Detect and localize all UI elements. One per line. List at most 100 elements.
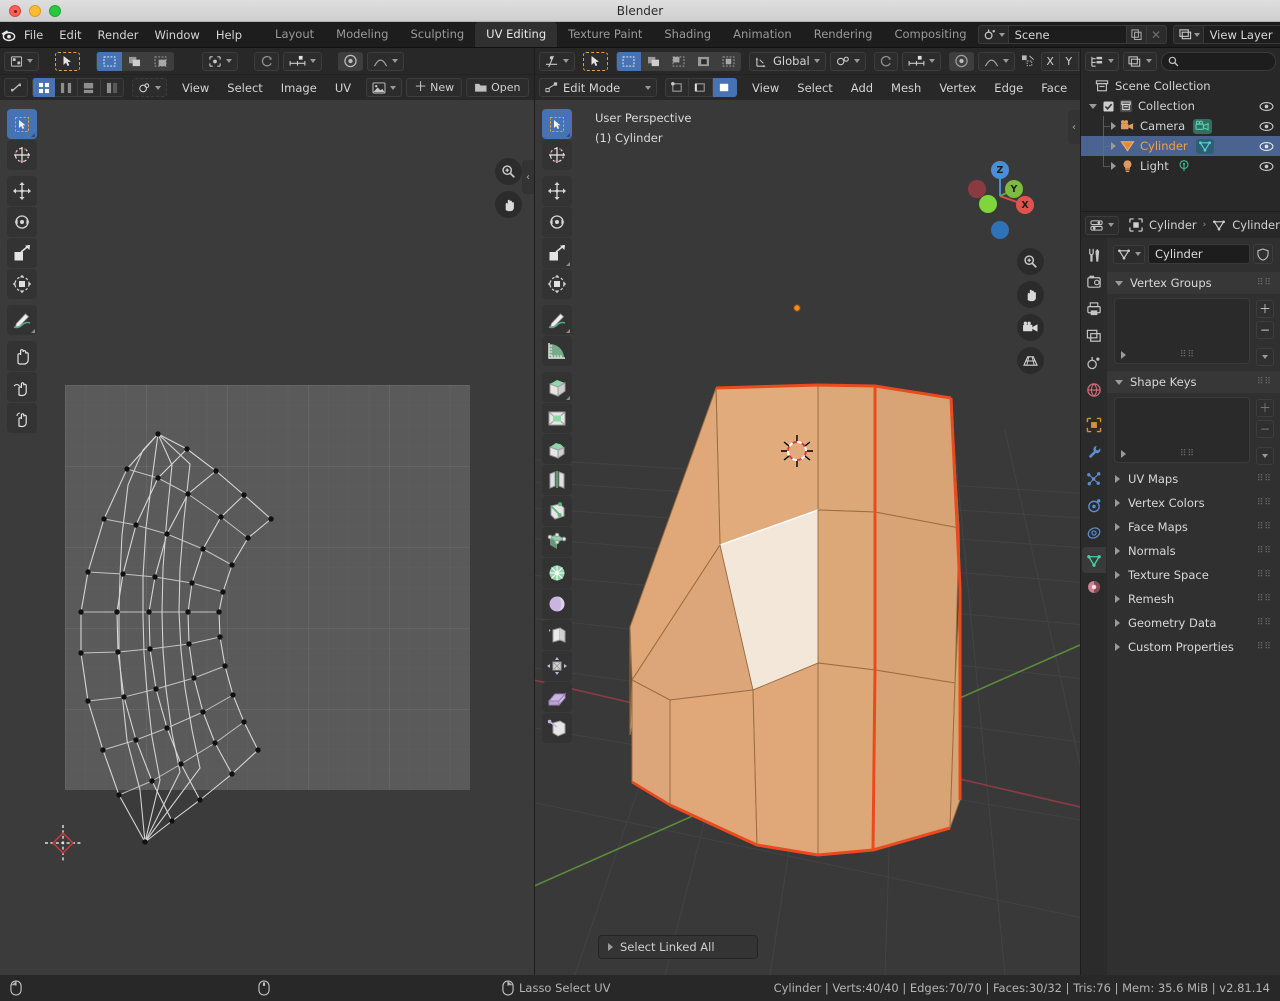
view-axis-gizmo[interactable]: Z X Y bbox=[962, 158, 1038, 239]
uv-tool-tweak-select[interactable] bbox=[7, 109, 37, 139]
panel-header-remesh[interactable]: Remesh ⠿⠿ bbox=[1107, 587, 1280, 611]
workspace-tab-animation[interactable]: Animation bbox=[722, 22, 803, 47]
gizmo-axis-y-negative[interactable] bbox=[979, 195, 997, 213]
uv-pivot-point-selector[interactable] bbox=[202, 51, 238, 71]
expand-arrow-icon[interactable] bbox=[1111, 162, 1116, 170]
uv-image-browse-selector[interactable] bbox=[366, 78, 403, 97]
uv-sidebar-toggle[interactable]: ‹ bbox=[522, 160, 534, 194]
workspace-tab-sculpting[interactable]: Sculpting bbox=[399, 22, 475, 47]
uv-tool-grab-uv[interactable] bbox=[7, 341, 37, 371]
workspace-tab-rendering[interactable]: Rendering bbox=[803, 22, 884, 47]
mirror-options-icon[interactable] bbox=[1019, 54, 1038, 68]
panel-header-vertex-groups[interactable]: Vertex Groups ⠿⠿ bbox=[1107, 272, 1280, 294]
properties-tab-tool[interactable] bbox=[1082, 242, 1106, 268]
select-set-difference-button[interactable] bbox=[691, 51, 716, 71]
edge-select-mode-button[interactable] bbox=[689, 78, 713, 97]
gizmo-axis-z-positive[interactable]: Z bbox=[991, 161, 1009, 179]
view3d-menu-vertex[interactable]: Vertex bbox=[932, 78, 983, 98]
eye-icon[interactable] bbox=[1259, 161, 1274, 172]
eye-icon[interactable] bbox=[1259, 121, 1274, 132]
fake-user-shield-button[interactable] bbox=[1253, 244, 1273, 264]
uv-menu-image[interactable]: Image bbox=[274, 78, 324, 98]
uv-pan-button[interactable] bbox=[495, 191, 522, 218]
uv-snapping-selector[interactable] bbox=[283, 51, 322, 71]
view3d-menu-face[interactable]: Face bbox=[1034, 78, 1074, 98]
view3d-menu-uv[interactable]: UV bbox=[1078, 78, 1080, 98]
properties-tab-particles[interactable] bbox=[1082, 466, 1106, 492]
view3d-camera-view-button[interactable] bbox=[1017, 314, 1044, 341]
tool-extrude-region[interactable] bbox=[542, 372, 572, 402]
properties-tab-physics[interactable] bbox=[1082, 493, 1106, 519]
proportional-editing-toggle[interactable] bbox=[948, 51, 974, 71]
add-vertex-group-button[interactable]: ＋ bbox=[1256, 300, 1274, 318]
uv-sync-selection-button[interactable] bbox=[4, 78, 28, 97]
add-shape-key-button[interactable]: ＋ bbox=[1256, 399, 1274, 417]
view3d-menu-edge[interactable]: Edge bbox=[987, 78, 1030, 98]
breadcrumb-object-name[interactable]: Cylinder bbox=[1149, 218, 1197, 232]
scene-delete-button[interactable]: ✕ bbox=[1146, 25, 1167, 44]
view3d-menu-mesh[interactable]: Mesh bbox=[884, 78, 928, 98]
panel-header-geometry-data[interactable]: Geometry Data ⠿⠿ bbox=[1107, 611, 1280, 635]
mesh-data-icon[interactable] bbox=[1195, 138, 1214, 154]
panel-header-uv-maps[interactable]: UV Maps ⠿⠿ bbox=[1107, 467, 1280, 491]
properties-tab-modifier[interactable] bbox=[1082, 439, 1106, 465]
panel-header-custom-properties[interactable]: Custom Properties ⠿⠿ bbox=[1107, 635, 1280, 659]
select-set-intersect-button[interactable] bbox=[716, 51, 741, 71]
outliner-row-camera[interactable]: Camera bbox=[1081, 116, 1280, 136]
uv-new-image-button[interactable]: ＋ New bbox=[406, 78, 463, 97]
remove-vertex-group-button[interactable]: − bbox=[1256, 321, 1274, 339]
view3d-sidebar-toggle[interactable]: ‹ bbox=[1068, 110, 1080, 144]
gizmo-axis-x-positive[interactable]: X bbox=[1016, 196, 1034, 214]
tool-measure[interactable] bbox=[542, 336, 572, 366]
mirror-z-button[interactable]: Z bbox=[1078, 51, 1080, 71]
view-layer-icon[interactable] bbox=[1172, 25, 1204, 44]
tool-knife[interactable] bbox=[542, 496, 572, 526]
select-mode-subtract-button[interactable] bbox=[148, 51, 174, 71]
uv-open-image-button[interactable]: Open bbox=[466, 78, 529, 97]
tool-move[interactable] bbox=[542, 176, 572, 206]
collapse-arrow-icon[interactable] bbox=[1089, 103, 1097, 109]
uv-vertex-select-button[interactable] bbox=[32, 78, 55, 97]
select-set-new-button[interactable] bbox=[616, 51, 641, 71]
tool-shear[interactable] bbox=[542, 682, 572, 712]
scene-duplicate-button[interactable] bbox=[1126, 25, 1147, 44]
collection-visibility-checkbox[interactable] bbox=[1103, 100, 1114, 112]
gizmo-axis-z-negative[interactable] bbox=[991, 221, 1009, 239]
uv-2d-cursor[interactable] bbox=[45, 825, 81, 861]
expand-arrow-icon[interactable] bbox=[1121, 351, 1126, 359]
eye-icon[interactable] bbox=[1259, 101, 1274, 112]
uv-sticky-mode-selector[interactable] bbox=[132, 78, 167, 97]
gizmo-axis-y-positive[interactable]: Y bbox=[1005, 180, 1023, 198]
menu-edit[interactable]: Edit bbox=[51, 25, 89, 45]
uv-face-select-button[interactable] bbox=[78, 78, 101, 97]
tool-shrink-fatten[interactable] bbox=[542, 651, 572, 681]
snapping-selector[interactable] bbox=[901, 51, 941, 71]
shape-key-specials-button[interactable] bbox=[1256, 447, 1274, 465]
uv-tool-rotate[interactable] bbox=[7, 207, 37, 237]
tool-cursor[interactable] bbox=[542, 140, 572, 170]
properties-tab-constraint[interactable] bbox=[1082, 520, 1106, 546]
properties-tab-view-layer[interactable] bbox=[1082, 323, 1106, 349]
view3d-canvas[interactable]: User Perspective (1) Cylinder Z X Y Sele… bbox=[535, 100, 1080, 975]
uv-vertices[interactable] bbox=[78, 431, 274, 845]
view3d-menu-view[interactable]: View bbox=[745, 78, 786, 98]
blender-logo-icon[interactable] bbox=[0, 22, 16, 48]
breadcrumb-mesh-name[interactable]: Cylinder bbox=[1232, 218, 1280, 232]
expand-arrow-icon[interactable] bbox=[1121, 450, 1126, 458]
view3d-active-tool-button[interactable] bbox=[583, 51, 608, 71]
uv-sticky-selection-button[interactable] bbox=[338, 51, 363, 71]
view3d-editor-type-selector[interactable] bbox=[539, 51, 575, 71]
proportional-falloff-selector[interactable] bbox=[977, 51, 1015, 71]
view3d-menu-add[interactable]: Add bbox=[844, 78, 880, 98]
menu-file[interactable]: File bbox=[16, 25, 51, 45]
tool-rotate[interactable] bbox=[542, 207, 572, 237]
tool-bevel[interactable] bbox=[542, 434, 572, 464]
workspace-tab-compositing[interactable]: Compositing bbox=[883, 22, 977, 47]
vertex-select-mode-button[interactable] bbox=[665, 78, 689, 97]
uv-menu-uv[interactable]: UV bbox=[328, 78, 358, 98]
outliner-row-cylinder[interactable]: Cylinder bbox=[1081, 136, 1280, 156]
face-select-mode-button[interactable] bbox=[713, 78, 737, 97]
outliner-display-mode-selector[interactable] bbox=[1123, 51, 1157, 71]
uv-zoom-button[interactable] bbox=[495, 158, 522, 185]
workspace-tab-texture-paint[interactable]: Texture Paint bbox=[557, 22, 653, 47]
